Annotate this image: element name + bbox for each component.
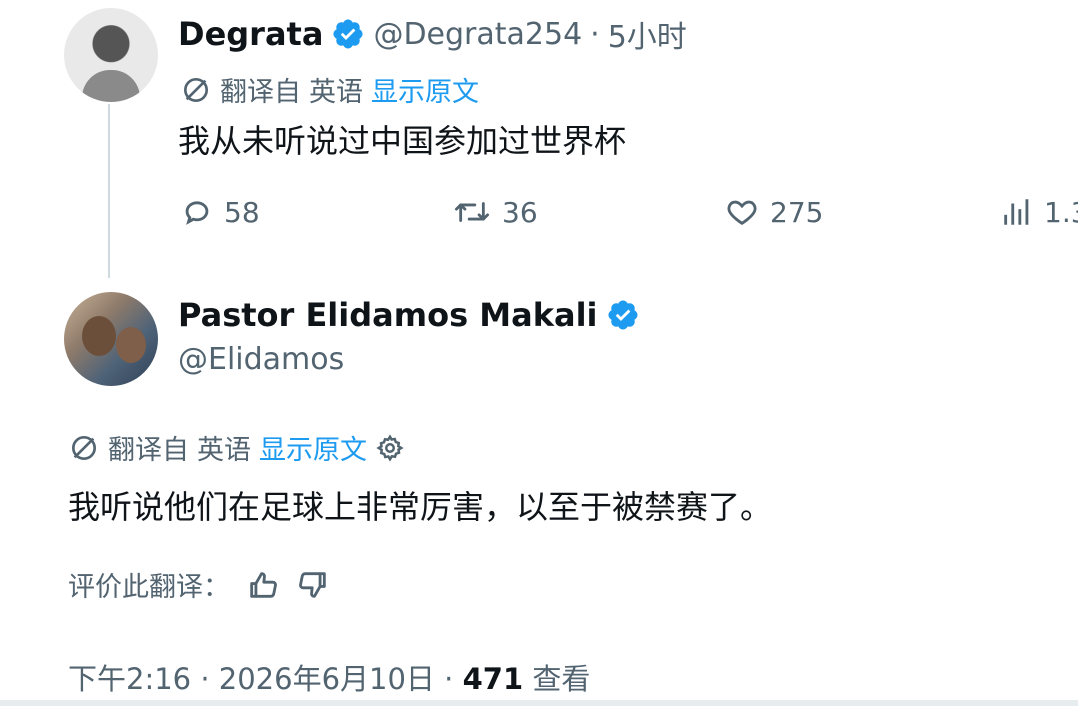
like-count: 275: [770, 195, 824, 229]
tweet2-footer: 下午2:16 · 2026年6月10日 · 471 查看: [68, 656, 590, 698]
tweet2-timestamp[interactable]: 下午2:16 · 2026年6月10日 ·: [68, 662, 463, 696]
gear-icon[interactable]: [375, 433, 405, 463]
views-count: 1.3: [1044, 195, 1078, 229]
retweet-button[interactable]: 36: [452, 195, 538, 229]
tweet2-translation-row: 翻译自 英语 显示原文: [68, 428, 405, 467]
tweet2-translated-language: 英语: [197, 435, 251, 466]
bottom-divider: [0, 700, 1078, 706]
reply-icon: [180, 195, 214, 229]
tweet1-author-name[interactable]: Degrata: [178, 15, 323, 53]
tweet1-translated-language: 英语: [309, 77, 363, 108]
avatar-degrata[interactable]: [64, 8, 158, 102]
tweet2-view-count: 471: [462, 662, 524, 696]
tweet1-header: Degrata @Degrata254 · 5小时: [178, 12, 687, 56]
retweet-count: 36: [502, 195, 538, 229]
tweet1-translated-prefix: 翻译自: [220, 77, 301, 108]
tweet1-translation-row: 翻译自 英语 显示原文: [180, 70, 479, 109]
tweet2-show-original-link[interactable]: 显示原文: [259, 428, 367, 467]
tweet1-author-handle[interactable]: @Degrata254: [373, 17, 582, 52]
tweet1-show-original-link[interactable]: 显示原文: [371, 70, 479, 109]
rate-translation-label: 评价此翻译：: [68, 572, 230, 603]
retweet-icon: [452, 195, 492, 229]
reply-button[interactable]: 58: [180, 195, 260, 229]
tweet2-author-handle[interactable]: @Elidamos: [178, 342, 344, 377]
views-button[interactable]: 1.3: [1000, 195, 1078, 229]
views-icon: [1000, 195, 1034, 229]
tweet2-header: Pastor Elidamos Makali: [178, 296, 640, 334]
avatar-elidamos[interactable]: [64, 292, 158, 386]
tweet2-translated-prefix: 翻译自: [108, 435, 189, 466]
tweet2-author-name[interactable]: Pastor Elidamos Makali: [178, 296, 598, 334]
tweet1-time[interactable]: 5小时: [608, 12, 687, 56]
tweet2-text: 我听说他们在足球上非常厉害，以至于被禁赛了。: [68, 488, 773, 526]
tweet1-text: 我从未听说过中国参加过世界杯: [178, 122, 627, 160]
rate-translation-row: 评价此翻译：: [68, 565, 330, 604]
thumbs-up-icon[interactable]: [246, 568, 280, 602]
verified-badge-icon: [606, 298, 640, 332]
thumbs-down-icon[interactable]: [296, 568, 330, 602]
verified-badge-icon: [331, 17, 365, 51]
like-button[interactable]: 275: [724, 195, 823, 229]
tweet1-time-separator: ·: [590, 16, 600, 52]
translate-icon: [68, 432, 100, 464]
heart-icon: [724, 195, 760, 229]
translate-icon: [180, 74, 212, 106]
tweet2-views-label: 查看: [532, 662, 591, 696]
thread-connector-line: [108, 104, 110, 278]
reply-count: 58: [224, 195, 260, 229]
